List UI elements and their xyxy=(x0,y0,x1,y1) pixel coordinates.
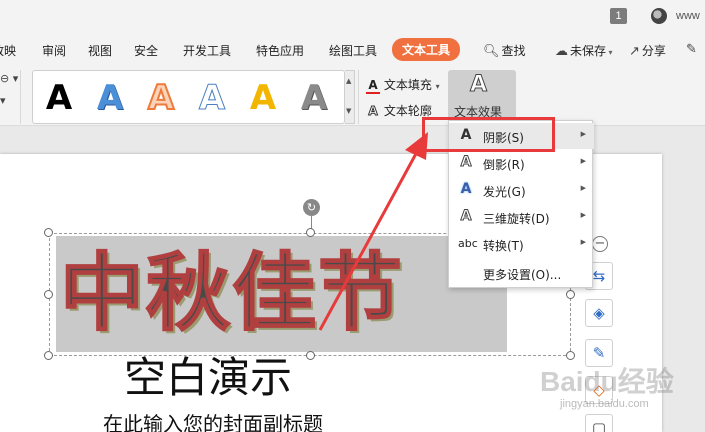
rotate-handle[interactable]: ↻ xyxy=(303,199,320,216)
gallery-scroll[interactable]: ▲ ▼ xyxy=(345,70,355,124)
menu-item-label: 更多设置(O)... xyxy=(483,268,562,282)
chevron-right-icon: ▶ xyxy=(580,238,586,246)
text-style-gallery: A A A A A A xyxy=(32,70,345,124)
menu-developer-tools[interactable]: 开发工具 xyxy=(183,42,231,59)
menu-item-glow[interactable]: A 发光(G) ▶ xyxy=(449,177,594,203)
menu-review[interactable]: 审阅 xyxy=(42,42,66,59)
menu-item-transform[interactable]: abc 转换(T) ▶ xyxy=(449,231,594,257)
resize-handle-top-left[interactable] xyxy=(44,228,53,237)
text-effect-icon: A xyxy=(469,72,488,98)
style-preset-blue-outline[interactable]: A xyxy=(192,75,232,121)
menu-special-apps[interactable]: 特色应用 xyxy=(256,42,304,59)
search-label: 查找 xyxy=(501,44,526,58)
username[interactable]: www xyxy=(676,10,700,22)
menu-item-label: 三维旋转(D) xyxy=(483,212,550,226)
ribbon-divider xyxy=(20,70,21,124)
chevron-right-icon: ▶ xyxy=(580,130,586,138)
resize-handle-bottom[interactable] xyxy=(306,351,315,360)
chevron-right-icon: ▶ xyxy=(580,184,586,192)
watermark-logo: Baidu经验 xyxy=(540,366,674,397)
menu-slideshow[interactable]: 放映 xyxy=(0,42,16,59)
collapse-toolbar-button[interactable]: − xyxy=(592,236,608,252)
menu-drawing-tools[interactable]: 绘图工具 xyxy=(329,42,377,59)
unsaved-button[interactable]: ☁ 未保存 ▾ xyxy=(555,42,613,59)
menu-security[interactable]: 安全 xyxy=(134,42,158,59)
crop-button[interactable]: ▢ xyxy=(585,414,613,432)
style-preset-blue[interactable]: A xyxy=(90,75,130,121)
text-outline-icon: A xyxy=(368,104,378,119)
resize-handle-top[interactable] xyxy=(306,228,315,237)
glow-icon: A xyxy=(460,181,472,197)
slide-caption[interactable]: 在此输入您的封面副标题 xyxy=(103,408,323,432)
text-outline-label: 文本轮廓 xyxy=(383,104,432,118)
text-fill-label: 文本填充 xyxy=(383,78,432,92)
menu-bar: 放映 审阅 视图 安全 开发工具 特色应用 绘图工具 文本工具 🔍︎查找 ☁未保… xyxy=(0,34,705,64)
unsaved-label: 未保存 xyxy=(570,44,607,58)
cloud-icon: ☁ xyxy=(555,44,568,59)
text-fill-button[interactable]: A 文本填充 ▾ xyxy=(366,76,440,94)
menu-item-label: 转换(T) xyxy=(483,239,524,253)
ribbon-stub-icon[interactable]: ⊖ ▾ xyxy=(0,72,18,85)
layers-button[interactable]: ◈ xyxy=(585,299,613,327)
chevron-right-icon: ▶ xyxy=(580,157,586,165)
style-preset-yellow[interactable]: A xyxy=(243,75,283,121)
title-bar: 1 www xyxy=(0,0,705,34)
resize-handle-right[interactable] xyxy=(566,290,575,299)
style-preset-orange-outline[interactable]: A xyxy=(141,75,181,121)
menu-view[interactable]: 视图 xyxy=(88,42,112,59)
window-count-badge[interactable]: 1 xyxy=(610,8,627,24)
square-icon: ▢ xyxy=(591,419,607,432)
chevron-up-icon[interactable]: ▲ xyxy=(346,77,351,85)
style-preset-gray[interactable]: A xyxy=(294,75,334,121)
text-effect-button[interactable]: A 文本效果 xyxy=(448,70,516,124)
text-fill-icon: A xyxy=(366,78,380,94)
search-icon: 🔍︎ xyxy=(483,44,500,59)
transform-icon: abc xyxy=(458,237,478,250)
menu-item-3d-rotation[interactable]: A 三维旋转(D) ▶ xyxy=(449,204,594,230)
slide-subtitle[interactable]: 空白演示 xyxy=(124,344,292,405)
chevron-down-icon[interactable]: ▼ xyxy=(346,107,351,115)
feedback-icon[interactable]: ✎ xyxy=(686,42,699,57)
annotation-highlight xyxy=(422,117,555,152)
style-preset-black[interactable]: A xyxy=(39,75,79,121)
rotation-3d-icon: A xyxy=(460,208,472,225)
tab-text-tools[interactable]: 文本工具 xyxy=(392,38,461,61)
reflection-icon: A xyxy=(460,154,472,171)
menu-item-more-settings[interactable]: 更多设置(O)... xyxy=(449,260,594,286)
resize-handle-left[interactable] xyxy=(44,290,53,299)
ribbon: ⊖ ▾ ▾ A A A A A A ▲ ▼ A 文本填充 ▾ A 文本轮廓 A … xyxy=(0,64,705,126)
avatar[interactable] xyxy=(651,8,667,24)
share-button[interactable]: ↗ 分享 xyxy=(629,42,666,59)
ribbon-stub-arrow[interactable]: ▾ xyxy=(0,94,6,107)
share-icon: ↗ xyxy=(629,44,640,59)
search-button[interactable]: 🔍︎ 查找 xyxy=(483,42,526,59)
share-label: 分享 xyxy=(641,44,666,58)
menu-item-label: 倒影(R) xyxy=(483,158,525,172)
resize-handle-bottom-right[interactable] xyxy=(566,351,575,360)
resize-handle-bottom-left[interactable] xyxy=(44,351,53,360)
menu-item-reflection[interactable]: A 倒影(R) ▶ xyxy=(449,150,594,176)
menu-item-label: 发光(G) xyxy=(483,185,526,199)
watermark-url: jingyan.baidu.com xyxy=(560,398,649,410)
format-icon: ⇆ xyxy=(592,267,606,285)
layers-icon: ◈ xyxy=(593,304,605,322)
chevron-right-icon: ▶ xyxy=(580,211,586,219)
ribbon-divider-2 xyxy=(358,70,359,124)
